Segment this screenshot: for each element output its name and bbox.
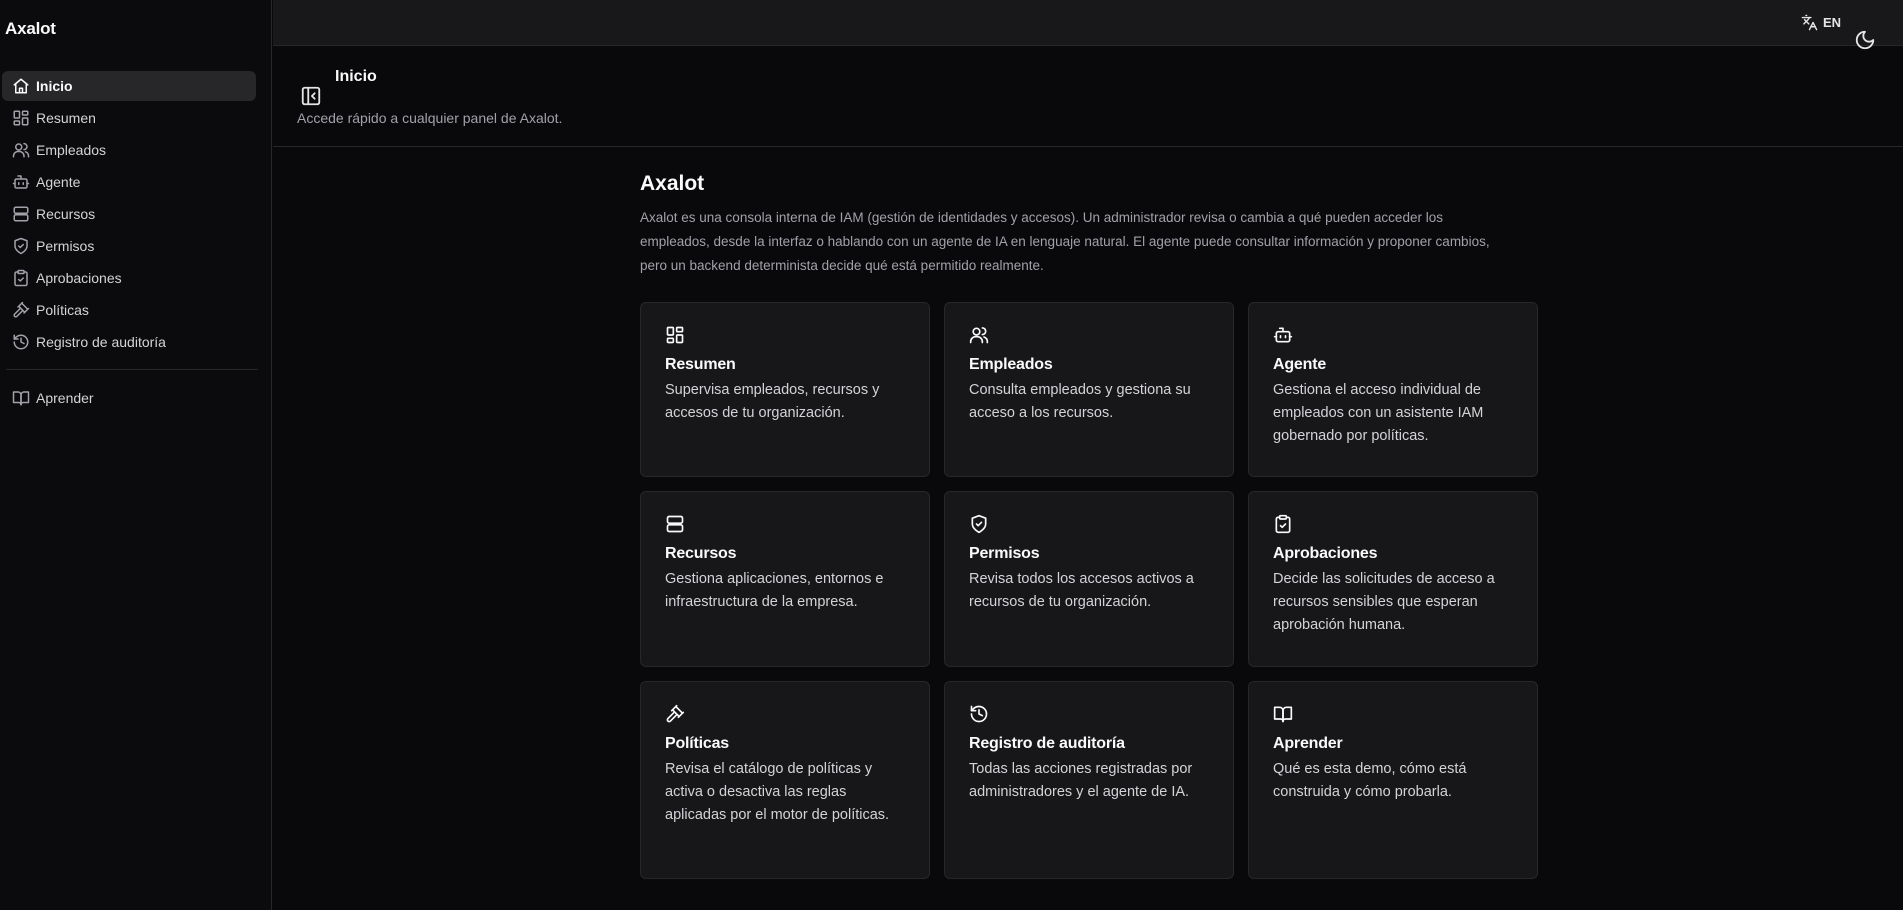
intro-text: Axalot es una consola interna de IAM (ge… xyxy=(640,210,1490,273)
sidebar-item-empleados[interactable]: Empleados xyxy=(2,135,256,165)
card-title: Aprender xyxy=(1273,735,1343,752)
panel-left-close-icon xyxy=(300,85,322,107)
page-header: Inicio Accede rápido a cualquier panel d… xyxy=(273,46,1903,147)
sidebar-item-label: Registro de auditoría xyxy=(36,334,166,350)
card-description: Qué es esta demo, cómo está construida y… xyxy=(1273,761,1467,800)
sidebar-item-label: Empleados xyxy=(36,142,107,158)
intro-section: Axalot Axalot es una consola interna de … xyxy=(640,172,1540,278)
server-icon xyxy=(12,205,30,223)
sidebar-item-label: Resumen xyxy=(36,110,96,126)
sidebar-item-label: Permisos xyxy=(36,238,95,254)
card-description: Decide las solicitudes de acceso a recur… xyxy=(1273,571,1495,633)
bot-icon xyxy=(12,173,30,191)
card-title: Políticas xyxy=(665,735,730,752)
top-bar: EN xyxy=(273,0,1903,50)
gavel-icon xyxy=(665,704,685,724)
home-icon xyxy=(12,77,30,95)
panel-card-resumen[interactable]: Resumen Supervisa empleados, recursos y a… xyxy=(640,302,930,477)
panel-card-aprender[interactable]: Aprender Qué es esta demo, cómo está cons… xyxy=(1248,681,1538,879)
sidebar-item-permisos[interactable]: Permisos xyxy=(2,231,256,261)
sidebar-item-label: Recursos xyxy=(36,206,96,222)
users-icon xyxy=(12,141,30,159)
sidebar-item-resumen[interactable]: Resumen xyxy=(2,103,256,133)
gavel-icon xyxy=(12,301,30,319)
panel-card-empleados[interactable]: Empleados Consulta empleados y gestiona s… xyxy=(944,302,1234,477)
theme-toggle-button[interactable] xyxy=(1854,11,1876,50)
panel-card-recursos[interactable]: Recursos Gestiona aplicaciones, entornos … xyxy=(640,491,930,667)
brand-logo[interactable]: Axalot xyxy=(5,19,56,39)
sidebar-item-label: Inicio xyxy=(36,78,73,94)
page-title: Inicio xyxy=(335,68,377,85)
sidebar-item-agente[interactable]: Agente xyxy=(2,167,256,197)
dashboard-icon xyxy=(12,109,30,127)
card-description: Supervisa empleados, recursos y accesos … xyxy=(665,382,880,421)
sidebar-item-registro-de-auditoria[interactable]: Registro de auditoría xyxy=(2,327,256,357)
card-title: Recursos xyxy=(665,545,737,562)
shield-check-icon xyxy=(12,237,30,255)
card-title: Aprobaciones xyxy=(1273,545,1378,562)
dashboard-icon xyxy=(665,325,685,345)
card-description: Revisa el catálogo de políticas y activa… xyxy=(665,761,890,823)
page-subtitle: Accede rápido a cualquier panel de Axalo… xyxy=(297,110,563,126)
panel-card-politicas[interactable]: Políticas Revisa el catálogo de políticas… xyxy=(640,681,930,879)
translate-icon xyxy=(1801,14,1818,31)
bot-icon xyxy=(1273,325,1293,345)
clipboard-check-icon xyxy=(12,269,30,287)
language-label: EN xyxy=(1822,14,1841,30)
sidebar-item-politicas[interactable]: Políticas xyxy=(2,295,256,325)
panel-card-permisos[interactable]: Permisos Revisa todos los accesos activos… xyxy=(944,491,1234,667)
sidebar: Axalot Inicio Resumen Empleados Agente Recur… xyxy=(0,0,272,910)
history-icon xyxy=(969,704,989,724)
card-title: Agente xyxy=(1273,356,1327,373)
card-title: Registro de auditoría xyxy=(969,735,1125,752)
sidebar-item-label: Agente xyxy=(36,174,81,190)
sidebar-divider xyxy=(6,369,258,370)
card-description: Gestiona el acceso individual de emplead… xyxy=(1273,382,1484,444)
sidebar-item-inicio[interactable]: Inicio xyxy=(2,71,256,101)
clipboard-check-icon xyxy=(1273,514,1293,534)
sidebar-item-aprobaciones[interactable]: Aprobaciones xyxy=(2,263,256,293)
panel-card-grid: Resumen Supervisa empleados, recursos y a… xyxy=(640,302,1538,879)
shield-check-icon xyxy=(969,514,989,534)
panel-card-aprobaciones[interactable]: Aprobaciones Decide las solicitudes de ac… xyxy=(1248,491,1538,667)
panel-card-registro-de-auditoria[interactable]: Registro de auditoría Todas las acciones … xyxy=(944,681,1234,879)
sidebar-item-label: Aprender xyxy=(36,390,94,406)
card-title: Empleados xyxy=(969,356,1053,373)
sidebar-item-recursos[interactable]: Recursos xyxy=(2,199,256,229)
book-open-icon xyxy=(12,389,30,407)
sidebar-toggle-button[interactable] xyxy=(300,67,322,106)
history-icon xyxy=(12,333,30,351)
card-description: Gestiona aplicaciones, entornos e infrae… xyxy=(665,571,884,610)
users-icon xyxy=(969,325,989,345)
card-title: Permisos xyxy=(969,545,1040,562)
main-heading: Axalot xyxy=(640,172,705,195)
language-toggle-button[interactable]: EN xyxy=(1801,11,1841,33)
server-icon xyxy=(665,514,685,534)
sidebar-nav: Inicio Resumen Empleados Agente Recursos Perm… xyxy=(2,71,258,415)
sidebar-item-label: Aprobaciones xyxy=(36,270,122,286)
card-description: Revisa todos los accesos activos a recur… xyxy=(969,571,1194,610)
sidebar-item-aprender[interactable]: Aprender xyxy=(2,383,256,413)
book-open-icon xyxy=(1273,704,1293,724)
card-description: Todas las acciones registradas por admin… xyxy=(969,761,1193,800)
card-title: Resumen xyxy=(665,356,736,373)
panel-card-agente[interactable]: Agente Gestiona el acceso individual de e… xyxy=(1248,302,1538,477)
sidebar-item-label: Políticas xyxy=(36,302,89,318)
card-description: Consulta empleados y gestiona su acceso … xyxy=(969,382,1191,421)
